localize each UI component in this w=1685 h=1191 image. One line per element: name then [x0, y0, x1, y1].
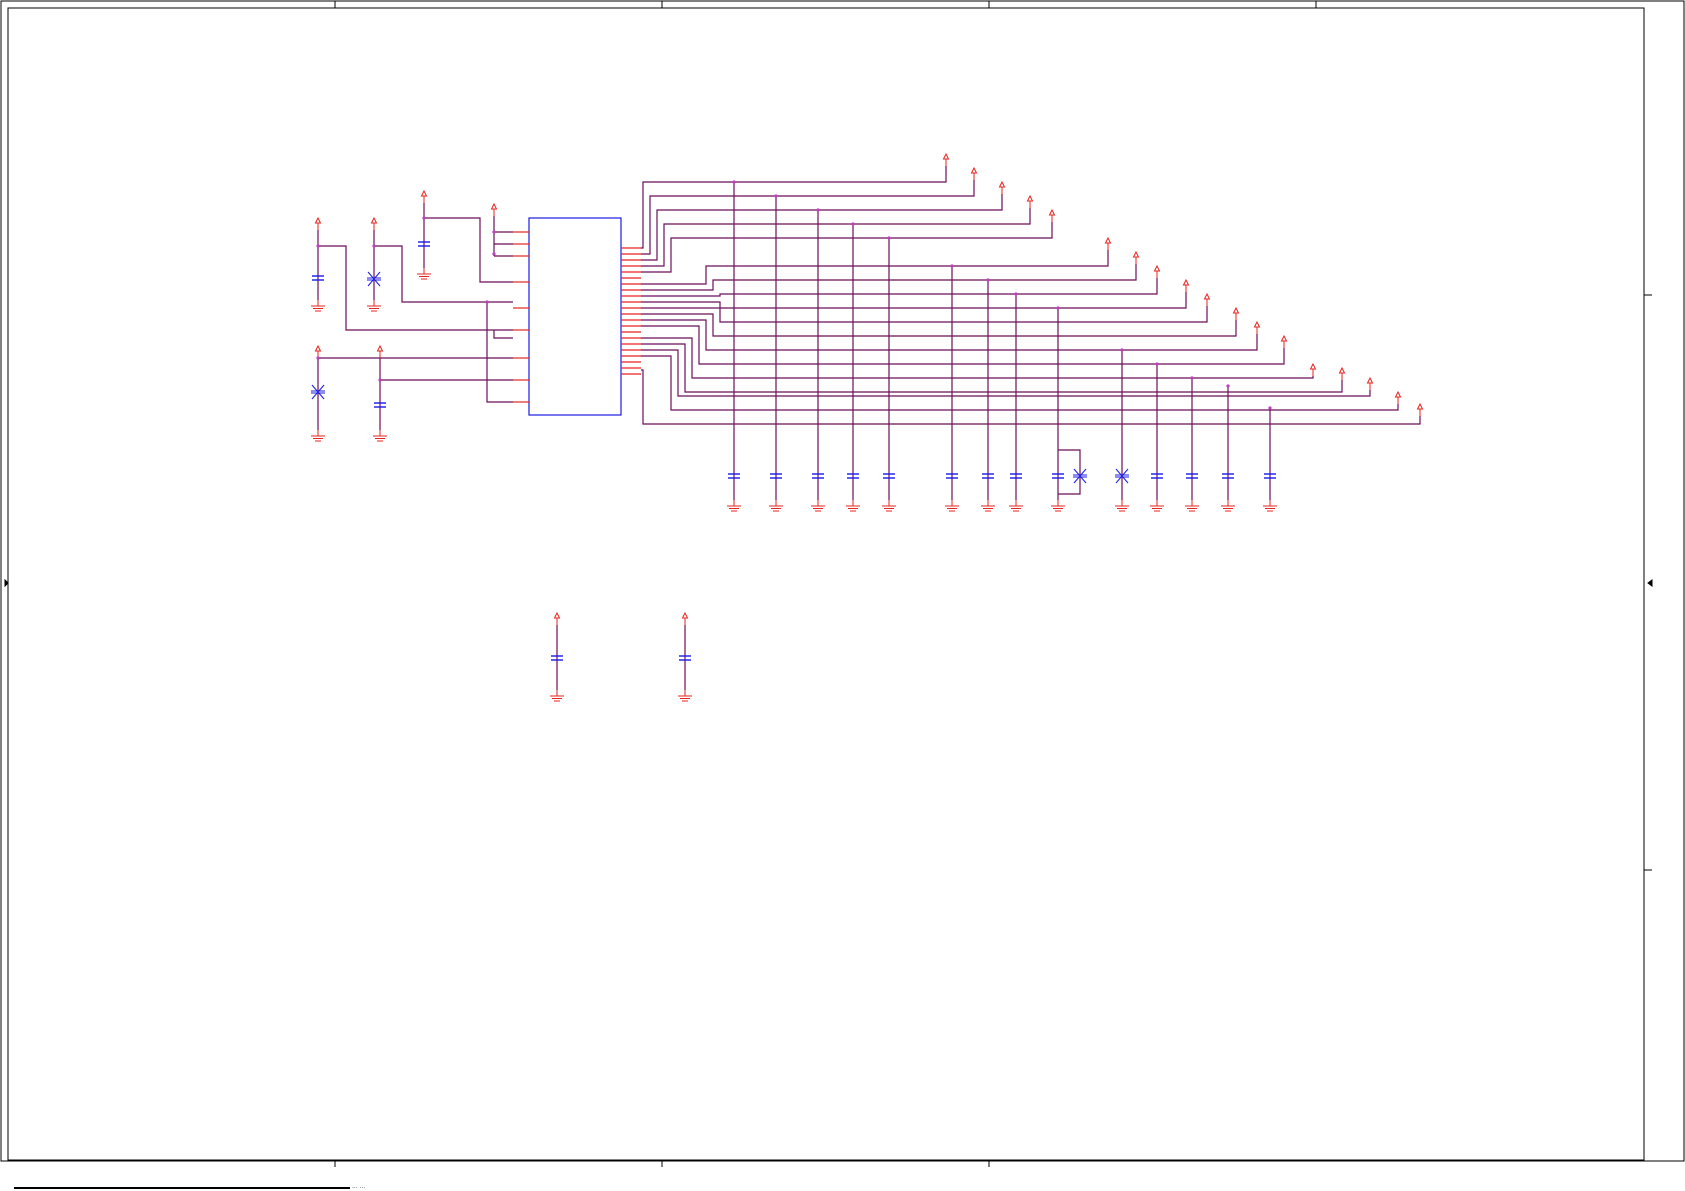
power-port-icon	[1026, 194, 1034, 208]
junction-dot	[492, 252, 496, 256]
power-port-icon	[490, 202, 498, 216]
ground-icon	[678, 690, 692, 702]
power-port-icon	[1132, 250, 1140, 264]
ic-pins-right	[621, 247, 641, 375]
power-port-icon	[970, 166, 978, 180]
wire	[641, 325, 1285, 365]
wire	[641, 313, 1237, 337]
ground-icon	[1150, 500, 1164, 512]
ground-icon	[373, 430, 387, 442]
junction-dot	[950, 264, 954, 268]
wire	[641, 349, 1371, 397]
ground-icon	[727, 500, 741, 512]
schematic-sheet	[0, 0, 1685, 1189]
sheet-frame	[0, 0, 1685, 1189]
junction-dot	[1268, 406, 1272, 410]
junction-dot	[986, 278, 990, 282]
ground-icon	[1009, 500, 1023, 512]
power-port-icon	[1182, 278, 1190, 292]
wire	[641, 194, 1003, 261]
junction-dot	[316, 356, 320, 360]
power-port-icon	[314, 344, 322, 358]
junction-dot	[1014, 292, 1018, 296]
wire	[641, 180, 975, 255]
wire	[641, 250, 1109, 285]
title-block-fragment: ... ...	[352, 1183, 366, 1190]
junction-dot	[1056, 306, 1060, 310]
power-port-icon	[1280, 334, 1288, 348]
ic-pins-left	[513, 231, 529, 403]
wire	[641, 337, 1314, 379]
wire	[641, 208, 1031, 267]
wire	[641, 166, 947, 249]
ground-icon	[1051, 500, 1065, 512]
power-port-icon	[998, 180, 1006, 194]
junction-dot	[1226, 384, 1230, 388]
wire	[486, 302, 513, 403]
power-port-icon	[1104, 236, 1112, 250]
ground-icon	[550, 690, 564, 702]
junction-dot	[774, 194, 778, 198]
wire	[641, 278, 1158, 297]
ground-icon	[769, 500, 783, 512]
junction-dot	[1155, 362, 1159, 366]
power-port-icon	[1338, 366, 1346, 380]
power-port-icon	[681, 611, 689, 625]
ground-icon	[811, 500, 825, 512]
inner-border	[7, 7, 1645, 1161]
wire	[424, 217, 513, 283]
junction-dot	[485, 300, 489, 304]
ground-icon	[882, 500, 896, 512]
power-port-icon	[1048, 208, 1056, 222]
wire	[641, 222, 1053, 273]
ic-body	[528, 217, 622, 416]
power-port-icon	[1416, 402, 1424, 416]
zone-arrow-right	[1647, 579, 1653, 587]
junction-dot	[816, 208, 820, 212]
power-port-icon	[1309, 362, 1317, 376]
junction-dot	[1190, 376, 1194, 380]
outer-border	[0, 0, 1685, 1162]
junction-dot	[372, 244, 376, 248]
ground-icon	[981, 500, 995, 512]
power-port-icon	[1394, 390, 1402, 404]
power-port-icon	[1366, 376, 1374, 390]
junction-dot	[378, 378, 382, 382]
power-port-icon	[370, 216, 378, 230]
ground-icon	[945, 500, 959, 512]
junction-dot	[1120, 348, 1124, 352]
ground-icon	[846, 500, 860, 512]
power-port-icon	[1203, 292, 1211, 306]
wire	[493, 330, 513, 339]
wires	[317, 166, 1421, 690]
ground-icon	[311, 300, 325, 312]
power-port-icon	[942, 152, 950, 166]
junction-dot	[316, 244, 320, 248]
ground-icon	[1115, 500, 1129, 512]
zone-ticks	[334, 1, 1652, 1167]
symbols	[311, 152, 1424, 702]
ic-package	[513, 217, 641, 416]
junction-dot	[492, 230, 496, 234]
ground-icon	[1263, 500, 1277, 512]
power-port-icon	[1153, 264, 1161, 278]
ground-icon	[1185, 500, 1199, 512]
junction-dot	[732, 180, 736, 184]
power-port-icon	[420, 189, 428, 203]
ground-icon	[367, 300, 381, 312]
power-port-icon	[314, 216, 322, 230]
wire	[641, 343, 1343, 393]
power-port-icon	[553, 611, 561, 625]
junction-dot	[851, 222, 855, 226]
ground-icon	[311, 430, 325, 442]
power-port-icon	[1253, 320, 1261, 334]
junction-dot	[887, 236, 891, 240]
ground-icon	[1221, 500, 1235, 512]
wire	[374, 245, 513, 303]
junction-dot	[422, 216, 426, 220]
ground-icon	[417, 268, 431, 280]
power-port-icon	[376, 344, 384, 358]
wire	[318, 245, 513, 331]
power-port-icon	[1232, 306, 1240, 320]
